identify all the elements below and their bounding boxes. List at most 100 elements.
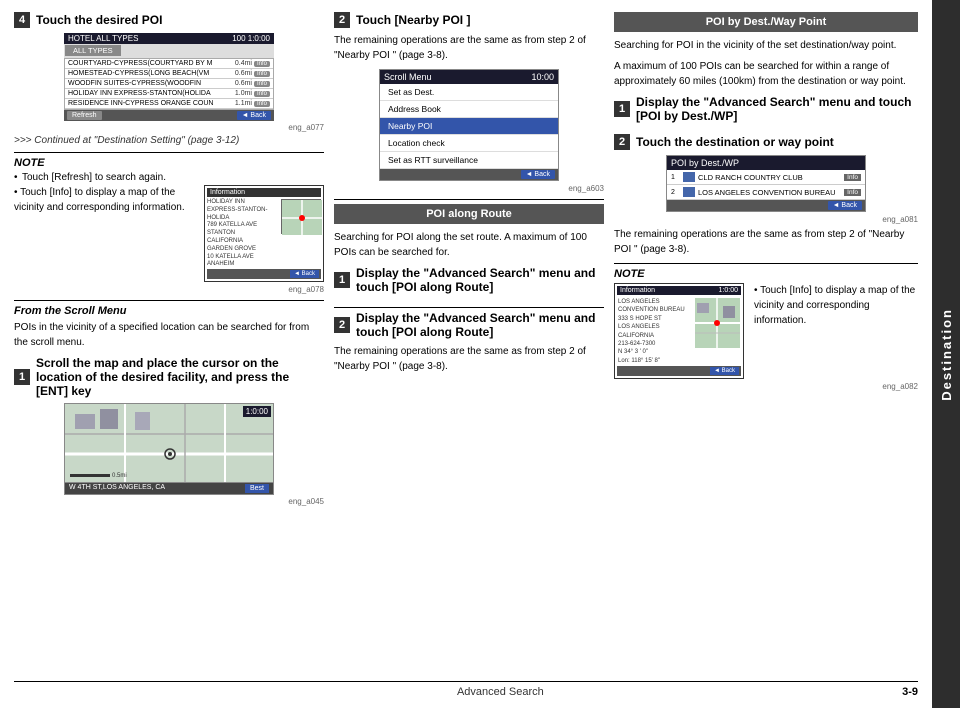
scroll-item-addrbook[interactable]: Address Book xyxy=(380,101,558,118)
map-screen: 0.5mi 1:0:00 xyxy=(64,403,274,483)
step2-mid-title2: Display the "Advanced Search" menu and t… xyxy=(356,311,604,339)
screen-header-left: HOTEL ALL TYPES xyxy=(68,34,138,43)
footer-label: Advanced Search xyxy=(457,686,544,698)
info-popup-right-back[interactable]: ◄ Back xyxy=(710,367,739,375)
scroll-item-nearbypoi[interactable]: Nearby POI xyxy=(380,118,558,135)
dest-list-screen: POI by Dest./WP 1 CLD RANCH COUNTRY CLUB… xyxy=(666,155,866,212)
left-col: 4 Touch the desired POI HOTEL ALL TYPES … xyxy=(14,12,324,677)
step1-left-badge: 1 xyxy=(14,369,30,385)
screen-tab-alltypes[interactable]: ALL TYPES xyxy=(65,45,121,56)
dest-row-info-2[interactable]: Info xyxy=(844,189,861,196)
right-col: POI by Dest./Way Point Searching for POI… xyxy=(614,12,918,677)
eng-label-a082: eng_a082 xyxy=(614,382,918,391)
step2-mid-body: The remaining operations are the same as… xyxy=(334,33,604,63)
scroll-item-setdest[interactable]: Set as Dest. xyxy=(380,84,558,101)
from-scroll-menu-body: POIs in the vicinity of a specified loca… xyxy=(14,320,324,350)
footer-sep xyxy=(552,686,894,698)
step1-left-header: 1 Scroll the map and place the cursor on… xyxy=(14,356,324,398)
continued-text: >>> Continued at "Destination Setting" (… xyxy=(14,135,324,146)
scroll-menu-title: Scroll Menu xyxy=(384,72,432,82)
note-right: NOTE Information 1:0:00 LOS ANGELESCONVE… xyxy=(614,263,918,391)
scroll-item-loccheck[interactable]: Location check xyxy=(380,135,558,152)
step2-right-header: 2 Touch the destination or way point xyxy=(614,134,918,150)
dest-row-2[interactable]: 2 LOS ANGELES CONVENTION BUREAU Info xyxy=(667,185,865,200)
info-popup-right-title: Information 1:0:00 xyxy=(617,286,741,295)
poi-dest-intro: Searching for POI in the vicinity of the… xyxy=(614,38,918,53)
scroll-menu-screen: Scroll Menu 10:00 Set as Dest. Address B… xyxy=(379,69,559,181)
dest-list-footer: ◄ Back xyxy=(667,200,865,211)
poi-dest-box: POI by Dest./Way Point xyxy=(614,12,918,32)
dest-row-name-1: CLD RANCH COUNTRY CLUB xyxy=(698,173,844,182)
poi-dest-detail: A maximum of 100 POIs can be searched fo… xyxy=(614,59,918,89)
step2-mid-header: 2 Touch [Nearby POI ] xyxy=(334,12,604,28)
eng-label-a081: eng_a081 xyxy=(614,215,918,224)
scroll-menu-time: 10:00 xyxy=(531,72,554,82)
main-content: 4 Touch the desired POI HOTEL ALL TYPES … xyxy=(0,0,932,708)
info-map-svg xyxy=(282,200,322,235)
info-popup-right-map xyxy=(695,298,740,348)
step1-mid-header: 1 Display the "Advanced Search" menu and… xyxy=(334,266,604,294)
map-footer: W 4TH ST,LOS ANGELES, CA Best xyxy=(64,483,274,495)
step2-mid-title: Touch [Nearby POI ] xyxy=(356,13,470,27)
side-tab: Destination xyxy=(932,0,960,708)
side-tab-label: Destination xyxy=(939,308,954,401)
columns: 4 Touch the desired POI HOTEL ALL TYPES … xyxy=(14,12,918,677)
poi-row-5[interactable]: RESIDENCE INN-CYPRESS ORANGE COUN1.1miIn… xyxy=(65,99,273,109)
scroll-menu-back[interactable]: ◄ Back xyxy=(521,170,555,179)
info-popup-right: Information 1:0:00 LOS ANGELESCONVENTION… xyxy=(614,283,744,379)
map-address: W 4TH ST,LOS ANGELES, CA xyxy=(69,484,165,493)
poi-info-2[interactable]: Info xyxy=(254,71,270,77)
note-title-left: NOTE xyxy=(14,157,324,169)
info-popup-right-text: LOS ANGELESCONVENTION BUREAU333 S HOPE S… xyxy=(618,298,692,365)
poi-info-4[interactable]: Info xyxy=(254,91,270,97)
poi-info-3[interactable]: Info xyxy=(254,81,270,87)
mid-col: 2 Touch [Nearby POI ] The remaining oper… xyxy=(334,12,604,677)
poi-row-1[interactable]: COURTYARD-CYPRESS(COURTYARD BY M0.4miInf… xyxy=(65,59,273,69)
dest-row-1[interactable]: 1 CLD RANCH COUNTRY CLUB Info xyxy=(667,170,865,185)
step1-mid-title: Display the "Advanced Search" menu and t… xyxy=(356,266,604,294)
screen-header-right: 100 1:0:00 xyxy=(232,34,270,43)
eng-label-a078: eng_a078 xyxy=(14,285,324,294)
dest-row-info-1[interactable]: Info xyxy=(844,174,861,181)
scroll-menu-footer: ◄ Back xyxy=(380,169,558,180)
note-title-right: NOTE xyxy=(614,268,918,280)
dest-row-name-2: LOS ANGELES CONVENTION BUREAU xyxy=(698,188,844,197)
poi-route-box: POI along Route xyxy=(334,204,604,224)
dest-row-icon-2 xyxy=(683,187,695,197)
dest-list-header: POI by Dest./WP xyxy=(667,156,865,170)
note-section-left: NOTE Touch [Refresh] to search again. • … xyxy=(14,152,324,294)
dest-row-num-2: 2 xyxy=(671,189,683,196)
note-item-2-text: • Touch [Info] to display a map of the v… xyxy=(14,185,199,285)
note-item-1: Touch [Refresh] to search again. xyxy=(14,172,324,183)
eng-label-a077: eng_a077 xyxy=(14,123,324,132)
info-popup-back[interactable]: ◄ Back xyxy=(290,270,319,278)
page-footer: Advanced Search 3-9 xyxy=(14,681,918,698)
step1-left-title: Scroll the map and place the cursor on t… xyxy=(36,356,324,398)
poi-route-body: Searching for POI along the set route. A… xyxy=(334,230,604,260)
dest-row-num-1: 1 xyxy=(671,174,683,181)
poi-info-1[interactable]: Info xyxy=(254,61,270,67)
step1-mid-badge: 1 xyxy=(334,272,350,288)
dest-list-back[interactable]: ◄ Back xyxy=(828,201,862,210)
step2-right-title: Touch the destination or way point xyxy=(636,135,834,149)
from-scroll-menu-title: From the Scroll Menu xyxy=(14,305,324,317)
step1-right-title: Display the "Advanced Search" menu and t… xyxy=(636,95,918,123)
poi-info-5[interactable]: Info xyxy=(254,101,270,107)
best-btn[interactable]: Best xyxy=(245,484,269,493)
dest-row-icon-1 xyxy=(683,172,695,182)
poi-row-4[interactable]: HOLIDAY INN EXPRESS-STANTON(HOLIDA1.0miI… xyxy=(65,89,273,99)
refresh-btn[interactable]: Refresh xyxy=(67,111,102,120)
poi-row-3[interactable]: WOODFIN SUITES-CYPRESS(WOODFIN0.6miInfo xyxy=(65,79,273,89)
step4-badge: 4 xyxy=(14,12,30,28)
dest-list-title: POI by Dest./WP xyxy=(671,158,739,168)
scroll-menu-header: Scroll Menu 10:00 xyxy=(380,70,558,84)
scroll-item-rtt[interactable]: Set as RTT surveillance xyxy=(380,152,558,169)
step4-title: Touch the desired POI xyxy=(36,13,162,27)
step2-mid-note: 2 Display the "Advanced Search" menu and… xyxy=(334,307,604,374)
step4-header: 4 Touch the desired POI xyxy=(14,12,324,28)
poi-row-2[interactable]: HOMESTEAD-CYPRESS(LONG BEACH(VM0.6miInfo xyxy=(65,69,273,79)
back-btn-1[interactable]: ◄ Back xyxy=(237,111,271,120)
step1-right-header: 1 Display the "Advanced Search" menu and… xyxy=(614,95,918,123)
remaining-ops: The remaining operations are the same as… xyxy=(614,227,918,257)
map-scale-badge: 1:0:00 xyxy=(243,406,271,417)
